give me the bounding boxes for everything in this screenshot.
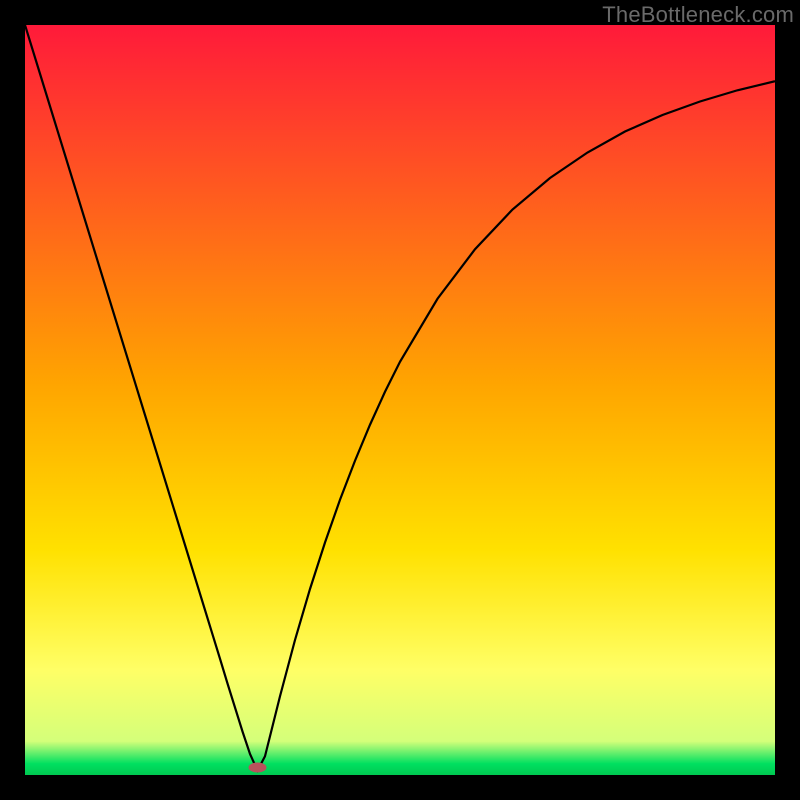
watermark-label: TheBottleneck.com (602, 2, 794, 28)
bottleneck-chart (25, 25, 775, 775)
minimum-marker (249, 763, 267, 773)
chart-container: TheBottleneck.com (0, 0, 800, 800)
gradient-background (25, 25, 775, 775)
